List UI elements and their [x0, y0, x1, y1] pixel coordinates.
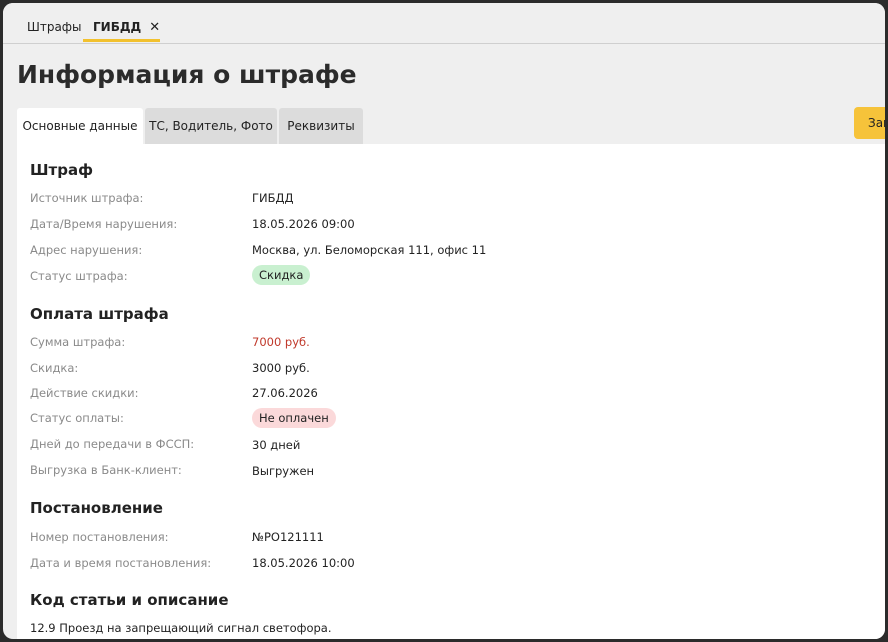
violation-datetime-value: 18.05.2026 09:00 — [252, 217, 355, 231]
violation-datetime-label: Дата/Время нарушения: — [30, 217, 178, 231]
fssp-days-value: 30 дней — [252, 438, 301, 452]
bank-export-value: Выгружен — [252, 464, 315, 478]
top-tab-gibdd[interactable]: ГИБДД ✕ — [93, 20, 160, 35]
discount-valid-label: Действие скидки: — [30, 386, 139, 400]
section-title-fine: Штраф — [30, 161, 93, 179]
fine-status-label: Статус штрафа: — [30, 269, 128, 283]
resolution-number-label: Номер постановления: — [30, 530, 169, 544]
fine-status-badge: Скидка — [252, 265, 311, 285]
violation-address-label: Адрес нарушения: — [30, 243, 143, 257]
violation-address-value: Москва, ул. Беломорская 111, офис 11 — [252, 243, 487, 257]
top-tab-gibdd-label: ГИБДД — [93, 20, 142, 34]
fine-amount-value: 7000 руб. — [252, 335, 310, 349]
top-tab-fines[interactable]: Штрафы — [27, 20, 82, 34]
section-title-resolution: Постановление — [30, 499, 163, 517]
close-icon[interactable]: ✕ — [149, 20, 160, 35]
bank-export-label: Выгрузка в Банк-клиент: — [30, 463, 182, 477]
fine-amount-label: Сумма штрафа: — [30, 335, 126, 349]
discount-label: Скидка: — [30, 361, 79, 375]
main-data-panel: Штраф Источник штрафа: ГИБДД Дата/Время … — [17, 144, 885, 639]
discount-valid-value: 27.06.2026 — [252, 386, 318, 400]
active-tab-indicator — [83, 39, 160, 42]
resolution-date-value: 18.05.2026 10:00 — [252, 556, 355, 570]
tab-main-data[interactable]: Основные данные — [17, 108, 143, 144]
action-button[interactable]: Зак — [854, 107, 885, 139]
tab-vehicle-driver-photo[interactable]: ТС, Водитель, Фото — [145, 108, 277, 144]
article-description: 12.9 Проезд на запрещающий сигнал светоф… — [30, 621, 332, 635]
tab-requisites[interactable]: Реквизиты — [279, 108, 363, 144]
payment-status-label: Статус оплаты: — [30, 411, 124, 425]
discount-value: 3000 руб. — [252, 361, 310, 375]
section-title-payment: Оплата штрафа — [30, 305, 169, 323]
top-tab-bar: Штрафы ГИБДД ✕ — [3, 3, 885, 44]
payment-status-badge: Не оплачен — [252, 408, 336, 428]
fssp-days-label: Дней до передачи в ФССП: — [30, 437, 195, 451]
page-title: Информация о штрафе — [17, 60, 357, 89]
resolution-date-label: Дата и время постановления: — [30, 556, 212, 570]
section-title-article: Код статьи и описание — [30, 591, 229, 609]
app-window: Штрафы ГИБДД ✕ Информация о штрафе Основн… — [3, 3, 885, 639]
resolution-number-value: №РО121111 — [252, 530, 324, 544]
fine-source-value: ГИБДД — [252, 191, 294, 205]
fine-source-label: Источник штрафа: — [30, 191, 144, 205]
